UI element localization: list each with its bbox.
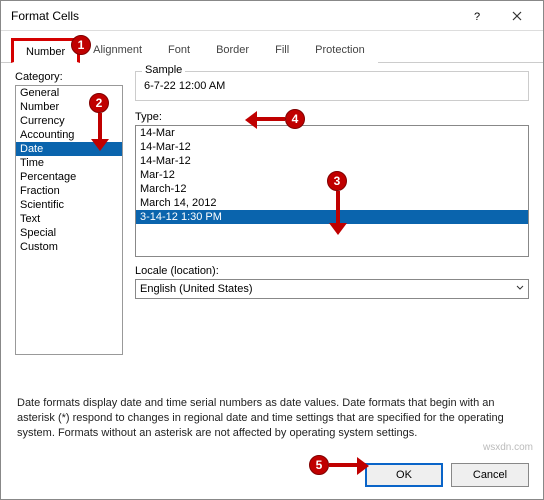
arrow-down-icon [91, 139, 109, 151]
list-item[interactable]: Percentage [16, 170, 122, 184]
help-button[interactable]: ? [457, 2, 497, 30]
watermark: wsxdn.com [483, 442, 533, 453]
sample-group: Sample 6-7-22 12:00 AM [135, 71, 529, 101]
locale-value: English (United States) [140, 283, 253, 295]
tab-font[interactable]: Font [155, 38, 203, 63]
ok-button[interactable]: OK [365, 463, 443, 487]
annotation-arrow [98, 113, 102, 141]
list-item[interactable]: 14-Mar-12 [136, 154, 528, 168]
arrow-left-icon [245, 111, 257, 129]
cancel-button[interactable]: Cancel [451, 463, 529, 487]
list-item[interactable]: Custom [16, 240, 122, 254]
annotation-badge: 2 [89, 93, 109, 113]
list-item[interactable]: Time [16, 156, 122, 170]
annotation-arrow [255, 117, 285, 121]
list-item[interactable]: March 14, 2012 [136, 196, 528, 210]
sample-label: Sample [142, 64, 185, 76]
tab-border[interactable]: Border [203, 38, 262, 63]
description-text: Date formats display date and time seria… [17, 396, 527, 441]
list-item[interactable]: Currency [16, 114, 122, 128]
format-cells-dialog: Format Cells ? Number Alignment Font Bor… [0, 0, 544, 500]
tab-number[interactable]: Number [11, 38, 80, 63]
annotation-badge: 3 [327, 171, 347, 191]
annotation-badge: 4 [285, 109, 305, 129]
svg-text:?: ? [474, 11, 480, 21]
type-label: Type: [135, 111, 529, 123]
button-row: OK Cancel [365, 463, 529, 487]
annotation-badge: 5 [309, 455, 329, 475]
list-item[interactable]: Text [16, 212, 122, 226]
annotation-arrow [336, 191, 340, 225]
close-button[interactable] [497, 2, 537, 30]
list-item[interactable]: Special [16, 226, 122, 240]
list-item[interactable]: 3-14-12 1:30 PM [136, 210, 528, 224]
annotation-arrow [329, 463, 359, 467]
list-item[interactable]: 14-Mar-12 [136, 140, 528, 154]
chevron-down-icon [516, 283, 524, 295]
tab-protection[interactable]: Protection [302, 38, 378, 63]
locale-dropdown[interactable]: English (United States) [135, 279, 529, 299]
type-list[interactable]: 14-Mar 14-Mar-12 14-Mar-12 Mar-12 March-… [135, 125, 529, 257]
arrow-down-icon [329, 223, 347, 235]
category-label: Category: [15, 71, 123, 83]
list-item[interactable]: Fraction [16, 184, 122, 198]
category-list[interactable]: General Number Currency Accounting Date … [15, 85, 123, 355]
tab-fill[interactable]: Fill [262, 38, 302, 63]
window-title: Format Cells [11, 9, 457, 23]
sample-value: 6-7-22 12:00 AM [144, 78, 520, 94]
annotation-badge: 1 [71, 35, 91, 55]
locale-label: Locale (location): [135, 265, 529, 277]
tab-alignment[interactable]: Alignment [80, 38, 155, 63]
arrow-right-icon [357, 457, 369, 475]
titlebar: Format Cells ? [1, 1, 543, 31]
list-item[interactable]: Scientific [16, 198, 122, 212]
list-item[interactable]: 14-Mar [136, 126, 528, 140]
